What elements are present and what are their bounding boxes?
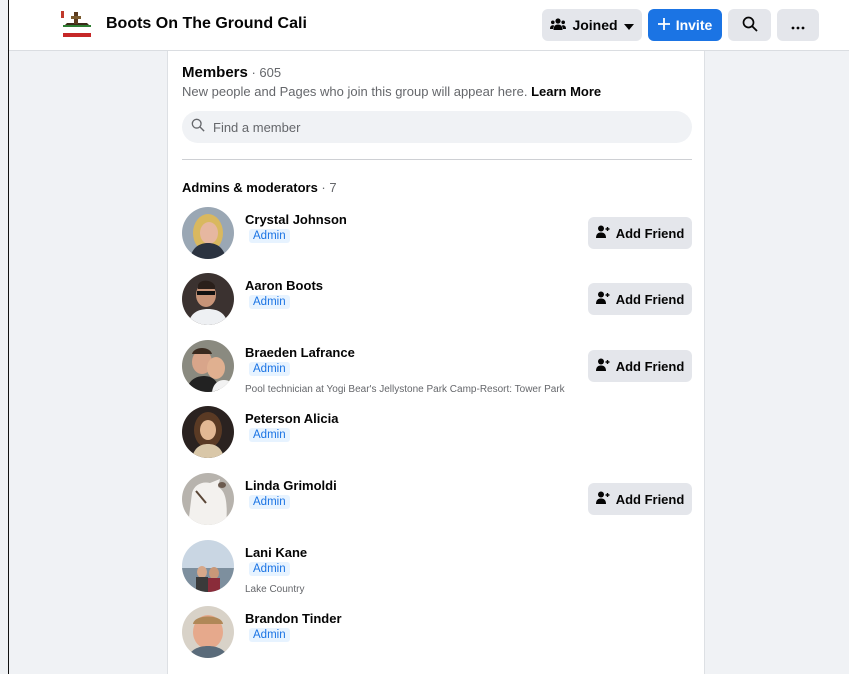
member-name[interactable]: Crystal Johnson: [245, 212, 347, 227]
add-friend-icon: [595, 358, 610, 374]
caret-down-icon: [623, 17, 634, 33]
avatar[interactable]: [182, 540, 234, 592]
search-icon: [742, 16, 758, 35]
avatar[interactable]: [182, 406, 234, 458]
admin-badge: Admin: [249, 362, 290, 376]
member-row: Crystal Johnson Admin Add Friend: [182, 207, 692, 267]
invite-button[interactable]: Invite: [648, 9, 722, 41]
group-icon: [550, 17, 567, 33]
avatar[interactable]: [182, 207, 234, 259]
group-title[interactable]: Boots On The Ground Cali: [106, 15, 307, 33]
member-name[interactable]: Braeden Lafrance: [245, 345, 355, 360]
member-name[interactable]: Aaron Boots: [245, 278, 323, 293]
add-friend-label: Add Friend: [615, 491, 685, 507]
admins-heading: Admins & moderators · 7: [182, 180, 337, 195]
avatar[interactable]: [182, 340, 234, 392]
members-card: Members · 605 New people and Pages who j…: [167, 51, 705, 674]
window-edge: [8, 0, 9, 674]
member-description: Pool technician at Yogi Bear's Jellyston…: [245, 384, 565, 395]
avatar[interactable]: [182, 273, 234, 325]
add-friend-button[interactable]: Add Friend: [588, 217, 692, 249]
member-name[interactable]: Peterson Alicia: [245, 411, 338, 426]
member-name[interactable]: Brandon Tinder: [245, 611, 342, 626]
more-options-button[interactable]: [777, 9, 819, 41]
member-row: Lani Kane Admin Lake Country: [182, 540, 692, 600]
add-friend-label: Add Friend: [615, 225, 685, 241]
add-friend-button[interactable]: Add Friend: [588, 350, 692, 382]
search-button[interactable]: [728, 9, 771, 41]
member-name[interactable]: Lani Kane: [245, 545, 307, 560]
find-member-search[interactable]: [182, 111, 692, 143]
add-friend-icon: [595, 225, 610, 241]
admin-badge: Admin: [249, 229, 290, 243]
group-header: Boots On The Ground Cali Joined Invite: [9, 0, 849, 51]
admin-badge: Admin: [249, 295, 290, 309]
add-friend-label: Add Friend: [615, 358, 685, 374]
member-row: Braeden Lafrance Admin Pool technician a…: [182, 340, 692, 400]
find-member-input[interactable]: [211, 118, 675, 136]
member-description: Lake Country: [245, 584, 305, 595]
more-icon: [791, 17, 805, 33]
search-icon: [191, 118, 205, 137]
members-title: Members: [182, 64, 248, 81]
avatar[interactable]: [182, 606, 234, 658]
avatar[interactable]: [182, 473, 234, 525]
add-friend-button[interactable]: Add Friend: [588, 483, 692, 515]
divider: [182, 159, 692, 160]
joined-button[interactable]: Joined: [542, 9, 642, 41]
joined-label: Joined: [572, 17, 618, 33]
add-friend-button[interactable]: Add Friend: [588, 283, 692, 315]
members-subtitle-text: New people and Pages who join this group…: [182, 84, 528, 99]
plus-icon: [657, 17, 670, 33]
member-row: Peterson Alicia Admin: [182, 406, 692, 466]
members-count: 605: [259, 65, 282, 80]
add-friend-label: Add Friend: [615, 291, 685, 307]
member-row: Linda Grimoldi Admin Add Friend: [182, 473, 692, 533]
member-row: Brandon Tinder Admin: [182, 606, 692, 666]
group-logo[interactable]: [59, 7, 95, 41]
add-friend-icon: [595, 291, 610, 307]
admin-badge: Admin: [249, 428, 290, 442]
admins-count: 7: [329, 180, 337, 195]
admin-badge: Admin: [249, 495, 290, 509]
learn-more-link[interactable]: Learn More: [531, 84, 601, 99]
add-friend-icon: [595, 491, 610, 507]
admin-badge: Admin: [249, 562, 290, 576]
members-subtitle: New people and Pages who join this group…: [182, 84, 601, 99]
invite-label: Invite: [675, 17, 713, 33]
member-row: Aaron Boots Admin Add Friend: [182, 273, 692, 333]
members-heading: Members · 605: [182, 64, 282, 81]
admins-title: Admins & moderators: [182, 180, 318, 195]
admin-badge: Admin: [249, 628, 290, 642]
member-name[interactable]: Linda Grimoldi: [245, 478, 337, 493]
